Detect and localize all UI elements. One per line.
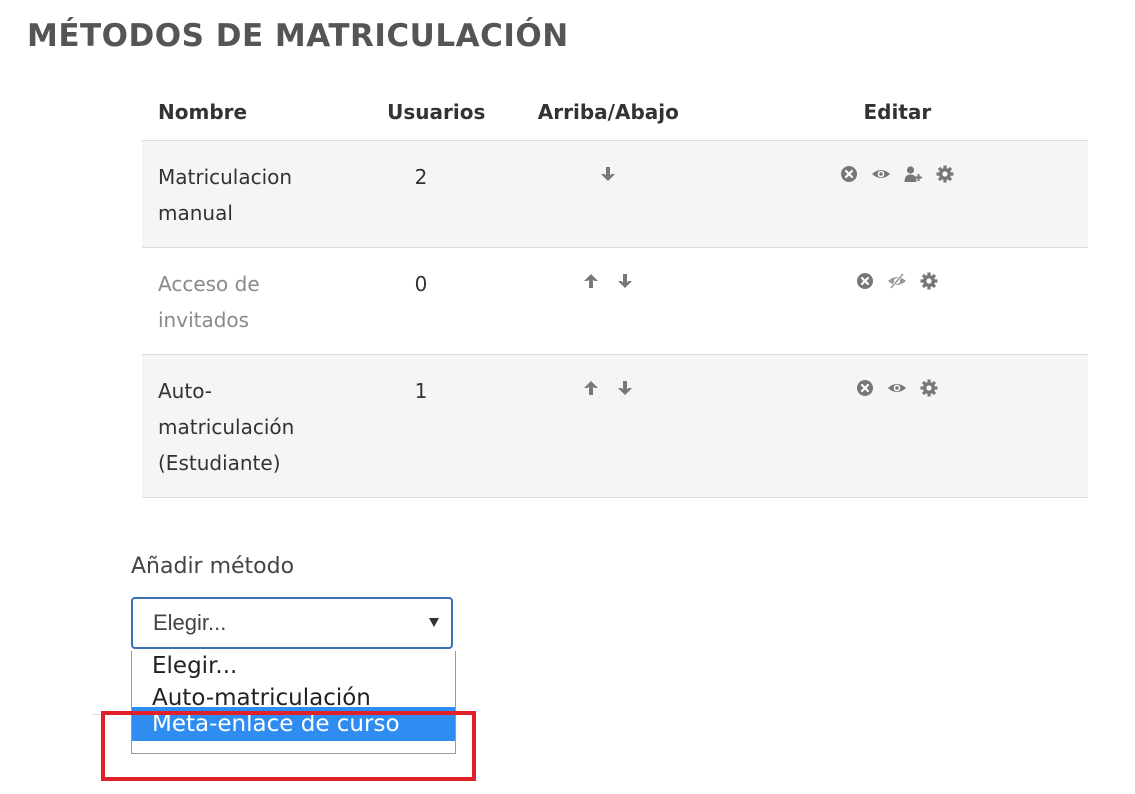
method-name-line: matriculación <box>158 415 295 439</box>
header-name: Nombre <box>142 84 363 141</box>
delete-icon[interactable] <box>839 164 859 184</box>
header-edit: Editar <box>706 84 1088 141</box>
method-name-line: manual <box>158 201 233 225</box>
dropdown-arrow-icon[interactable] <box>429 618 439 627</box>
table-header-row: Nombre Usuarios Arriba/Abajo Editar <box>142 84 1088 141</box>
move-cell <box>509 140 707 248</box>
delete-icon[interactable] <box>855 378 875 398</box>
arrow-up-icon[interactable] <box>581 271 601 291</box>
method-name-cell: Acceso de invitados <box>142 247 363 355</box>
enrol-users-icon[interactable] <box>903 164 923 184</box>
users-count: 1 <box>362 354 510 498</box>
settings-gear-icon[interactable] <box>935 164 955 184</box>
header-users: Usuarios <box>362 84 510 141</box>
move-cell <box>509 247 707 355</box>
highlight-annotation-box <box>101 711 476 781</box>
users-count: 0 <box>362 247 510 355</box>
edit-cell <box>706 354 1088 498</box>
method-name-cell: Auto- matriculación (Estudiante) <box>142 354 363 498</box>
add-method-select[interactable]: Elegir... <box>131 597 453 649</box>
method-name-line: Matriculacion <box>158 165 293 189</box>
users-count: 2 <box>362 140 510 248</box>
delete-icon[interactable] <box>855 271 875 291</box>
arrow-down-icon[interactable] <box>598 164 618 184</box>
eye-icon[interactable] <box>871 164 891 184</box>
page-title: MÉTODOS DE MATRICULACIÓN <box>27 18 569 54</box>
table-row-guest: Acceso de invitados 0 <box>142 247 1088 355</box>
method-name-cell: Matriculacion manual <box>142 140 363 248</box>
arrow-down-icon[interactable] <box>615 378 635 398</box>
edit-cell <box>706 140 1088 248</box>
table-row-manual: Matriculacion manual 2 <box>142 140 1088 248</box>
add-method-label: Añadir método <box>131 554 295 579</box>
enrolment-methods-table: Nombre Usuarios Arriba/Abajo Editar Matr… <box>142 84 1088 498</box>
eye-slash-icon[interactable] <box>887 271 907 291</box>
select-current-value: Elegir... <box>153 610 227 635</box>
method-name-line: Auto- <box>158 379 213 403</box>
arrow-down-icon[interactable] <box>615 271 635 291</box>
arrow-up-icon[interactable] <box>581 378 601 398</box>
edit-cell <box>706 247 1088 355</box>
table-row-self-enrol: Auto- matriculación (Estudiante) 1 <box>142 354 1088 498</box>
header-move: Arriba/Abajo <box>509 84 707 141</box>
method-name-line: (Estudiante) <box>158 451 281 475</box>
method-name-line: Acceso de <box>158 272 260 296</box>
method-name-line: invitados <box>158 308 250 332</box>
settings-gear-icon[interactable] <box>919 378 939 398</box>
settings-gear-icon[interactable] <box>919 271 939 291</box>
move-cell <box>509 354 707 498</box>
dropdown-option-self-enrol[interactable]: Auto-matriculación <box>132 681 455 707</box>
eye-icon[interactable] <box>887 378 907 398</box>
dropdown-option-choose[interactable]: Elegir... <box>132 651 455 681</box>
